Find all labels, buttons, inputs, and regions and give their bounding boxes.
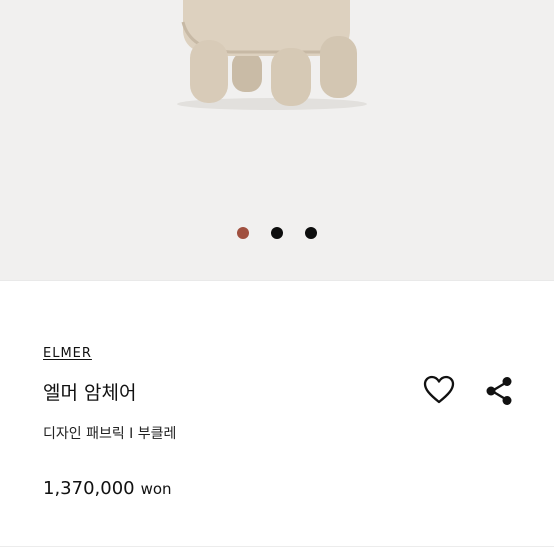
carousel-dot-1[interactable] — [237, 227, 249, 239]
brand-link[interactable]: ELMER — [43, 346, 92, 361]
carousel-indicator — [0, 226, 554, 240]
product-image-gallery[interactable] — [0, 0, 554, 280]
product-subtitle: 디자인 패브릭 I 부클레 — [43, 426, 177, 442]
heart-icon[interactable] — [423, 375, 455, 405]
share-icon[interactable] — [483, 375, 515, 407]
product-price: 1,370,000 won — [43, 478, 172, 499]
price-value: 1,370,000 — [43, 478, 135, 499]
bottom-divider — [0, 546, 554, 547]
section-divider — [0, 280, 554, 281]
price-currency: won — [140, 480, 172, 498]
carousel-dot-2[interactable] — [271, 227, 283, 239]
product-title: 엘머 암체어 — [43, 382, 137, 404]
carousel-dot-3[interactable] — [305, 227, 317, 239]
